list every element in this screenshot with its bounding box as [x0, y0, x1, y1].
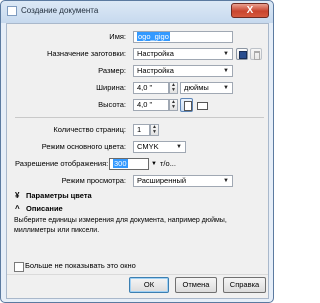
- window-title: Создание документа: [21, 6, 99, 15]
- save-preset-icon[interactable]: [236, 48, 248, 60]
- app-icon: [7, 6, 17, 16]
- preview-select[interactable]: Расширенный: [133, 175, 233, 187]
- size-select[interactable]: Настройка: [133, 65, 233, 77]
- color-params-expand-icon[interactable]: ¥: [15, 190, 19, 202]
- color-params-section[interactable]: Параметры цвета: [26, 191, 92, 201]
- pages-spinner[interactable]: ▲ ▼: [150, 124, 159, 136]
- name-value: ogo_gigo: [137, 32, 170, 41]
- preset-label: Назначение заготовки:: [46, 49, 126, 58]
- resolution-dropdown-icon[interactable]: ▼: [151, 159, 157, 169]
- resolution-input[interactable]: 300: [109, 158, 149, 170]
- height-label: Высота:: [98, 100, 126, 109]
- name-input[interactable]: ogo_gigo: [133, 31, 233, 43]
- description-text: Выберите единицы измерения для документа…: [14, 217, 227, 234]
- height-input[interactable]: 4,0 ": [133, 99, 169, 111]
- help-button[interactable]: Справка: [223, 277, 266, 293]
- delete-preset-icon[interactable]: [250, 48, 262, 60]
- pages-label: Количество страниц:: [53, 125, 126, 134]
- dialog-body: Имя: ogo_gigo Назначение заготовки: Наст…: [6, 23, 269, 299]
- landscape-orientation-icon[interactable]: [196, 100, 209, 111]
- dont-show-label: Больше не показывать это окно: [25, 261, 136, 270]
- pages-input[interactable]: 1: [133, 124, 150, 136]
- title-bar[interactable]: Создание документа X: [1, 1, 273, 22]
- width-spinner[interactable]: ▲ ▼: [169, 82, 178, 94]
- height-spinner[interactable]: ▲ ▼: [169, 99, 178, 111]
- description-section[interactable]: Описание: [26, 204, 63, 214]
- dialog-window: Создание документа X Имя: ogo_gigo Назна…: [0, 0, 274, 303]
- width-input[interactable]: 4,0 ": [133, 82, 169, 94]
- divider: [15, 117, 264, 118]
- color-mode-label: Режим основного цвета:: [41, 142, 126, 151]
- size-label: Размер:: [98, 66, 126, 75]
- description-collapse-icon[interactable]: ^: [15, 203, 20, 215]
- footer-divider: [7, 274, 268, 275]
- name-label: Имя:: [109, 32, 126, 41]
- preview-label: Режим просмотра:: [61, 176, 126, 185]
- cancel-button[interactable]: Отмена: [175, 277, 217, 293]
- resolution-value: 300: [113, 159, 128, 168]
- resolution-label: Разрешение отображения:: [15, 159, 109, 168]
- unit-select[interactable]: дюймы: [180, 82, 233, 94]
- preset-select[interactable]: Настройка: [133, 48, 233, 60]
- color-mode-select[interactable]: CMYK: [133, 141, 186, 153]
- ok-button[interactable]: ОК: [129, 277, 169, 293]
- width-label: Ширина:: [96, 83, 126, 92]
- dont-show-checkbox[interactable]: [14, 262, 24, 272]
- portrait-orientation-icon[interactable]: [180, 98, 193, 112]
- resolution-suffix[interactable]: т/о...: [160, 159, 176, 169]
- close-button[interactable]: X: [231, 3, 269, 18]
